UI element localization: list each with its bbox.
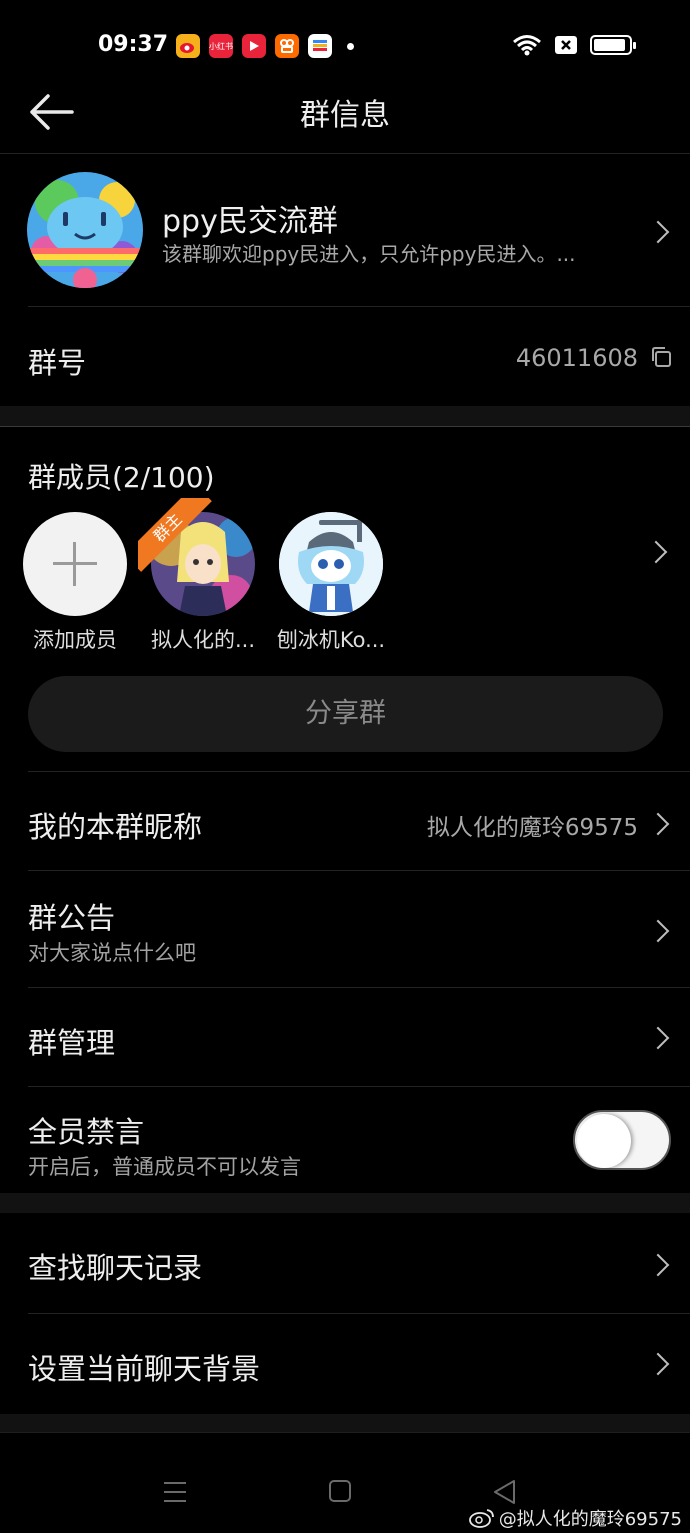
announcement-row[interactable]: 群公告 对大家说点什么吧 [0, 871, 690, 987]
chevron-right-icon [650, 1026, 664, 1050]
owner-badge: 群主 [138, 498, 218, 578]
more-notifications-dot [347, 42, 354, 50]
management-label: 群管理 [28, 1026, 116, 1060]
battery-icon [590, 35, 636, 55]
group-avatar [27, 172, 143, 288]
chevron-right-icon [650, 220, 664, 244]
copy-icon[interactable] [650, 346, 672, 368]
nickname-label: 我的本群昵称 [28, 810, 203, 844]
weibo-icon [176, 34, 200, 58]
add-member-button[interactable]: 添加成员 [20, 512, 130, 654]
menu-icon[interactable] [162, 1479, 188, 1505]
toggle-knob [577, 1114, 631, 1168]
nickname-value: 拟人化的魔玲69575 [426, 815, 638, 841]
share-group-button[interactable]: 分享群 [28, 676, 663, 752]
members-title: 群成员(2/100) [28, 461, 215, 494]
no-sim-icon [555, 36, 577, 54]
mute-all-label: 全员禁言 [28, 1115, 145, 1149]
wallet-icon [308, 34, 332, 58]
title-bar: 群信息 [0, 72, 690, 152]
section-gap [0, 406, 690, 426]
divider [0, 426, 690, 427]
search-chat-history-row[interactable]: 查找聊天记录 [0, 1213, 690, 1313]
section-gap [0, 1193, 690, 1213]
chat-background-label: 设置当前聊天背景 [28, 1352, 261, 1386]
video-app-icon [242, 34, 266, 58]
chat-background-row[interactable]: 设置当前聊天背景 [0, 1314, 690, 1414]
battery-level [594, 39, 625, 51]
add-member-label: 添加成员 [33, 628, 117, 652]
search-history-label: 查找聊天记录 [28, 1251, 203, 1285]
group-name: ppy民交流群 [162, 204, 338, 239]
chevron-right-icon [650, 1352, 664, 1376]
announcement-subtitle: 对大家说点什么吧 [28, 941, 196, 965]
member-avatar [279, 512, 383, 616]
mute-all-subtitle: 开启后，普通成员不可以发言 [28, 1155, 301, 1179]
chevron-right-icon [650, 919, 664, 943]
group-profile-card[interactable]: ppy民交流群 该群聊欢迎ppy民进入，只允许ppy民进入。... [0, 156, 690, 306]
xiaohongshu-icon: 小红书 [209, 34, 233, 58]
back-triangle-icon[interactable] [492, 1479, 516, 1505]
page-title: 群信息 [300, 98, 390, 133]
member-name: 拟人化的... [150, 628, 256, 652]
divider [0, 153, 690, 154]
group-description: 该群聊欢迎ppy民进入，只允许ppy民进入。... [162, 242, 576, 266]
chevron-right-icon[interactable] [648, 540, 662, 564]
notification-icons: 小红书 [176, 34, 354, 58]
weibo-icon [468, 1509, 494, 1528]
plus-icon [23, 512, 127, 616]
member-item[interactable]: 刨冰机Ko... [276, 512, 386, 654]
my-nickname-row[interactable]: 我的本群昵称 拟人化的魔玲69575 [0, 772, 690, 870]
kuaishou-icon [275, 34, 299, 58]
section-gap [0, 1414, 690, 1432]
group-id-row[interactable]: 群号 46011608 [0, 308, 690, 406]
group-management-row[interactable]: 群管理 [0, 988, 690, 1086]
mute-all-toggle[interactable] [573, 1110, 671, 1170]
announcement-label: 群公告 [28, 901, 116, 935]
chevron-right-icon [650, 1253, 664, 1277]
watermark-text: @拟人化的魔玲69575 [498, 1509, 682, 1530]
weibo-watermark: @拟人化的魔玲69575 [468, 1505, 682, 1531]
group-id-value: 46011608 [515, 344, 638, 372]
home-icon[interactable] [328, 1479, 352, 1503]
group-id-label: 群号 [28, 346, 87, 380]
wifi-icon [513, 35, 541, 56]
divider [28, 306, 690, 307]
chevron-right-icon [650, 812, 664, 836]
member-name: 刨冰机Ko... [276, 628, 386, 652]
system-icons [512, 34, 636, 56]
status-time: 09:37 [98, 32, 169, 57]
